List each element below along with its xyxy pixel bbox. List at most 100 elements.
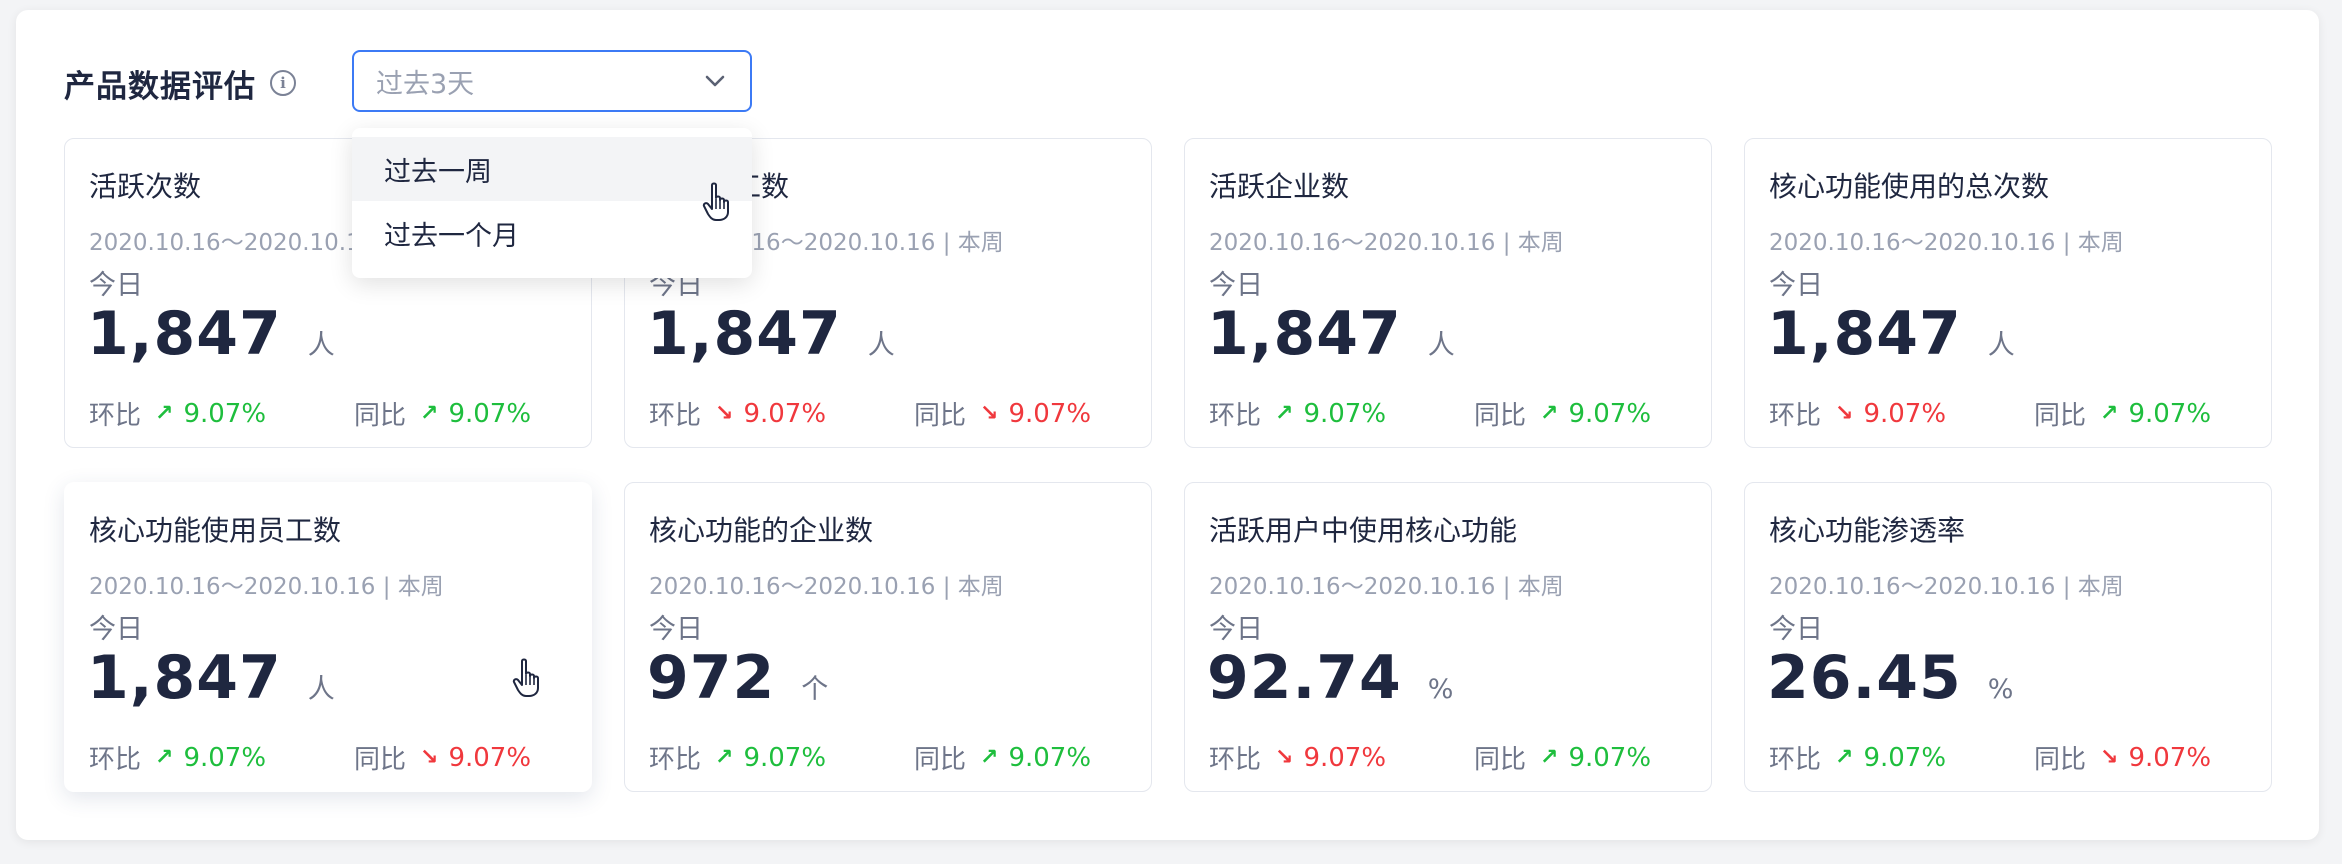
card-title: 核心功能的企业数 (649, 514, 874, 547)
mom-value: 9.07% (1863, 398, 1947, 429)
mom-metric: 环比 ↘ 9.07% (649, 395, 826, 432)
metric-card[interactable]: 核心功能渗透率 2020.10.16～2020.10.16 | 本周 今日 26.45… (1744, 482, 2272, 792)
card-period-label: 今日 (1209, 614, 1263, 645)
card-date-range: 2020.10.16～2020.10.16 | 本周 (1209, 230, 1564, 256)
trend-up-arrow-icon: ↗ (155, 745, 174, 770)
metric-card[interactable]: 核心功能使用员工数 2020.10.16～2020.10.16 | 本周今日 1,8… (64, 482, 592, 792)
mom-metric: 环比 ↗ 9.07% (89, 739, 266, 776)
card-title: 活跃用户中使用核心功能 (1209, 514, 1518, 547)
card-title: 活跃次数 (89, 170, 202, 203)
yoy-value: 9.07% (1008, 398, 1092, 429)
info-icon[interactable]: i (270, 70, 296, 96)
mom-value: 9.07% (183, 742, 267, 773)
mom-value: 9.07% (1863, 742, 1947, 773)
trend-down-arrow-icon: ↘ (420, 745, 439, 770)
card-value-unit: 人 (1987, 330, 2015, 361)
card-value-number: 1,847 (87, 299, 282, 369)
mom-metric: 环比 ↗ 9.07% (1209, 395, 1386, 432)
card-value: 1,847 人 (1767, 299, 2015, 369)
card-value-number: 1,847 (87, 643, 282, 713)
dropdown-option-label: 过去一周 (384, 156, 492, 188)
mom-value: 9.07% (1303, 398, 1387, 429)
dropdown-option-month[interactable]: 过去一个月 (352, 201, 752, 265)
trend-up-arrow-icon: ↗ (1275, 401, 1294, 426)
card-date-range: 2020.10.16～2020.10.16 | 本周 (1209, 574, 1564, 600)
yoy-metric: 同比 ↗ 9.07% (1474, 739, 1651, 776)
card-value-number: 972 (647, 643, 776, 713)
trend-up-arrow-icon: ↗ (155, 401, 174, 426)
trend-up-arrow-icon: ↗ (1540, 745, 1559, 770)
dropdown-option-label: 过去一个月 (384, 220, 519, 252)
yoy-value: 9.07% (448, 742, 532, 773)
mom-label: 环比 (1209, 745, 1262, 775)
trend-down-arrow-icon: ↘ (1835, 401, 1854, 426)
time-range-select[interactable]: 过去3天 (352, 50, 752, 112)
card-date-range: 2020.10.16～2020.10.16 | 本周 (89, 574, 444, 600)
card-value: 26.45% (1767, 643, 2013, 713)
mom-label: 环比 (1769, 401, 1822, 431)
time-range-value: 过去3天 (376, 68, 475, 100)
dropdown-option-week[interactable]: 过去一周 (352, 137, 752, 201)
mom-label: 环比 (1769, 745, 1822, 775)
yoy-label: 同比 (354, 745, 407, 775)
yoy-label: 同比 (914, 745, 967, 775)
card-value: 972 个 (647, 643, 828, 713)
mom-label: 环比 (89, 401, 142, 431)
card-title: 核心功能使用员工数 (89, 514, 342, 547)
page-header: 产品数据评估 i (64, 50, 296, 116)
trend-up-arrow-icon: ↗ (2100, 401, 2119, 426)
card-period-label: 今日 (1209, 270, 1263, 301)
card-value-number: 1,847 (1207, 299, 1402, 369)
trend-down-arrow-icon: ↘ (980, 401, 999, 426)
yoy-metric: 同比 ↗ 9.07% (914, 739, 1091, 776)
metric-card[interactable]: 活跃用户中使用核心功能 2020.10.16～2020.10.16 | 本周 今日 9… (1184, 482, 1712, 792)
yoy-metric: 同比 ↘ 9.07% (354, 739, 531, 776)
yoy-metric: 同比 ↘ 9.07% (2034, 739, 2211, 776)
yoy-metric: 同比 ↗ 9.07% (1474, 395, 1651, 432)
card-value: 1,847 人 (87, 299, 335, 369)
hand-cursor-icon (512, 658, 539, 697)
card-period-label: 今日 (649, 614, 703, 645)
trend-up-arrow-icon: ↗ (715, 745, 734, 770)
card-date-range: 2020.10.16～2020.10.16 | 本周 (1769, 574, 2124, 600)
mom-value: 9.07% (743, 398, 827, 429)
mom-metric: 环比 ↗ 9.07% (1769, 739, 1946, 776)
yoy-value: 9.07% (2128, 398, 2212, 429)
metric-card[interactable]: 活跃企业数 2020.10.16～2020.10.16 | 本周今日 1,847 人环… (1184, 138, 1712, 448)
card-value-unit: 人 (1427, 330, 1455, 361)
card-value: 92.74% (1207, 643, 1453, 713)
chevron-down-icon (705, 75, 725, 87)
card-value: 1,847 人 (647, 299, 895, 369)
yoy-metric: 同比 ↗ 9.07% (354, 395, 531, 432)
mom-value: 9.07% (183, 398, 267, 429)
card-period-label: 今日 (1769, 270, 1823, 301)
trend-up-arrow-icon: ↗ (1540, 401, 1559, 426)
mom-metric: 环比 ↗ 9.07% (89, 395, 266, 432)
mom-value: 9.07% (1303, 742, 1387, 773)
card-value-unit: % (1987, 674, 2014, 705)
yoy-metric: 同比 ↘ 9.07% (914, 395, 1091, 432)
card-value-unit: 个 (801, 674, 829, 705)
mom-metric: 环比 ↘ 9.07% (1769, 395, 1946, 432)
metric-card[interactable]: 核心功能的企业数 2020.10.16～2020.10.16 | 本周今日 972 个… (624, 482, 1152, 792)
card-value: 1,847 人 (1207, 299, 1455, 369)
page-title: 产品数据评估 (64, 68, 256, 105)
card-date-range: 2020.10.16～2020.10.16 | 本周 (1769, 230, 2124, 256)
card-date-range: 2020.10.16～2020.10.16 | 本周 (649, 574, 1004, 600)
card-period-label: 今日 (89, 614, 143, 645)
yoy-label: 同比 (914, 401, 967, 431)
metric-card[interactable]: 核心功能使用的总次数 2020.10.16～2020.10.16 | 本周 今日 1,… (1744, 138, 2272, 448)
card-title: 活跃企业数 (1209, 170, 1350, 203)
trend-up-arrow-icon: ↗ (980, 745, 999, 770)
trend-up-arrow-icon: ↗ (1835, 745, 1854, 770)
card-value-unit: % (1427, 674, 1454, 705)
trend-up-arrow-icon: ↗ (420, 401, 439, 426)
yoy-value: 9.07% (1008, 742, 1092, 773)
mom-label: 环比 (649, 745, 702, 775)
yoy-value: 9.07% (1568, 398, 1652, 429)
card-period-label: 今日 (1769, 614, 1823, 645)
mom-label: 环比 (1209, 401, 1262, 431)
mom-label: 环比 (649, 401, 702, 431)
card-period-label: 今日 (89, 270, 143, 301)
card-value-number: 26.45 (1767, 643, 1962, 713)
